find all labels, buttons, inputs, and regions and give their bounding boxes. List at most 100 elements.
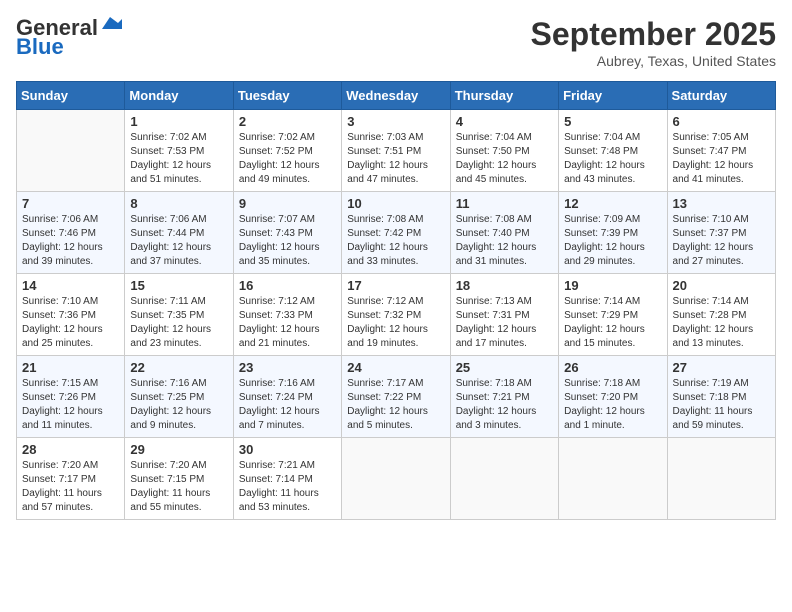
day-info: Sunrise: 7:04 AM Sunset: 7:50 PM Dayligh… bbox=[456, 131, 553, 187]
day-info: Sunrise: 7:15 AM Sunset: 7:26 PM Dayligh… bbox=[22, 377, 119, 433]
calendar-cell: 27 Sunrise: 7:19 AM Sunset: 7:18 PM Dayli… bbox=[667, 356, 775, 438]
calendar-cell: 8 Sunrise: 7:06 AM Sunset: 7:44 PM Daylig… bbox=[125, 192, 233, 274]
day-header-friday: Friday bbox=[559, 82, 667, 110]
calendar-cell bbox=[17, 110, 125, 192]
calendar-week-row: 1 Sunrise: 7:02 AM Sunset: 7:53 PM Daylig… bbox=[17, 110, 776, 192]
day-info: Sunrise: 7:16 AM Sunset: 7:24 PM Dayligh… bbox=[239, 377, 336, 433]
location: Aubrey, Texas, United States bbox=[531, 53, 776, 69]
day-number: 24 bbox=[347, 360, 444, 375]
day-number: 13 bbox=[673, 196, 770, 211]
day-info: Sunrise: 7:12 AM Sunset: 7:33 PM Dayligh… bbox=[239, 295, 336, 351]
calendar-week-row: 7Sunrise: 7:06 AM Sunset: 7:46 PM Daylig… bbox=[17, 192, 776, 274]
calendar-cell: 3 Sunrise: 7:03 AM Sunset: 7:51 PM Daylig… bbox=[342, 110, 450, 192]
calendar-cell: 9 Sunrise: 7:07 AM Sunset: 7:43 PM Daylig… bbox=[233, 192, 341, 274]
day-number: 28 bbox=[22, 442, 119, 457]
day-info: Sunrise: 7:08 AM Sunset: 7:42 PM Dayligh… bbox=[347, 213, 444, 269]
day-info: Sunrise: 7:16 AM Sunset: 7:25 PM Dayligh… bbox=[130, 377, 227, 433]
day-number: 12 bbox=[564, 196, 661, 211]
calendar-cell: 4 Sunrise: 7:04 AM Sunset: 7:50 PM Daylig… bbox=[450, 110, 558, 192]
day-number: 10 bbox=[347, 196, 444, 211]
calendar-week-row: 21 Sunrise: 7:15 AM Sunset: 7:26 PM Dayli… bbox=[17, 356, 776, 438]
day-number: 1 bbox=[130, 114, 227, 129]
day-info: Sunrise: 7:19 AM Sunset: 7:18 PM Dayligh… bbox=[673, 377, 770, 433]
calendar-cell: 12 Sunrise: 7:09 AM Sunset: 7:39 PM Dayli… bbox=[559, 192, 667, 274]
calendar-cell: 22Sunrise: 7:16 AM Sunset: 7:25 PM Dayli… bbox=[125, 356, 233, 438]
day-number: 5 bbox=[564, 114, 661, 129]
day-number: 17 bbox=[347, 278, 444, 293]
calendar-cell: 25Sunrise: 7:18 AM Sunset: 7:21 PM Dayli… bbox=[450, 356, 558, 438]
day-info: Sunrise: 7:06 AM Sunset: 7:46 PM Dayligh… bbox=[22, 213, 119, 269]
day-number: 3 bbox=[347, 114, 444, 129]
day-number: 26 bbox=[564, 360, 661, 375]
day-info: Sunrise: 7:12 AM Sunset: 7:32 PM Dayligh… bbox=[347, 295, 444, 351]
calendar-cell: 30Sunrise: 7:21 AM Sunset: 7:14 PM Dayli… bbox=[233, 438, 341, 520]
calendar-cell: 10 Sunrise: 7:08 AM Sunset: 7:42 PM Dayli… bbox=[342, 192, 450, 274]
day-number: 29 bbox=[130, 442, 227, 457]
day-info: Sunrise: 7:11 AM Sunset: 7:35 PM Dayligh… bbox=[130, 295, 227, 351]
day-info: Sunrise: 7:02 AM Sunset: 7:52 PM Dayligh… bbox=[239, 131, 336, 187]
calendar-cell: 18 Sunrise: 7:13 AM Sunset: 7:31 PM Dayli… bbox=[450, 274, 558, 356]
calendar-cell: 7Sunrise: 7:06 AM Sunset: 7:46 PM Daylig… bbox=[17, 192, 125, 274]
day-info: Sunrise: 7:13 AM Sunset: 7:31 PM Dayligh… bbox=[456, 295, 553, 351]
day-info: Sunrise: 7:03 AM Sunset: 7:51 PM Dayligh… bbox=[347, 131, 444, 187]
month-title: September 2025 bbox=[531, 16, 776, 53]
day-info: Sunrise: 7:04 AM Sunset: 7:48 PM Dayligh… bbox=[564, 131, 661, 187]
day-info: Sunrise: 7:14 AM Sunset: 7:28 PM Dayligh… bbox=[673, 295, 770, 351]
day-info: Sunrise: 7:09 AM Sunset: 7:39 PM Dayligh… bbox=[564, 213, 661, 269]
day-info: Sunrise: 7:08 AM Sunset: 7:40 PM Dayligh… bbox=[456, 213, 553, 269]
calendar-cell bbox=[450, 438, 558, 520]
day-number: 8 bbox=[130, 196, 227, 211]
day-number: 23 bbox=[239, 360, 336, 375]
calendar-cell: 14 Sunrise: 7:10 AM Sunset: 7:36 PM Dayli… bbox=[17, 274, 125, 356]
calendar-table: SundayMondayTuesdayWednesdayThursdayFrid… bbox=[16, 81, 776, 520]
day-info: Sunrise: 7:06 AM Sunset: 7:44 PM Dayligh… bbox=[130, 213, 227, 269]
day-number: 2 bbox=[239, 114, 336, 129]
day-number: 6 bbox=[673, 114, 770, 129]
day-info: Sunrise: 7:18 AM Sunset: 7:21 PM Dayligh… bbox=[456, 377, 553, 433]
calendar-cell: 6 Sunrise: 7:05 AM Sunset: 7:47 PM Daylig… bbox=[667, 110, 775, 192]
day-number: 21 bbox=[22, 360, 119, 375]
day-header-monday: Monday bbox=[125, 82, 233, 110]
calendar-cell: 1 Sunrise: 7:02 AM Sunset: 7:53 PM Daylig… bbox=[125, 110, 233, 192]
calendar-cell: 11Sunrise: 7:08 AM Sunset: 7:40 PM Dayli… bbox=[450, 192, 558, 274]
day-number: 27 bbox=[673, 360, 770, 375]
logo-blue: Blue bbox=[16, 34, 64, 60]
day-number: 9 bbox=[239, 196, 336, 211]
day-number: 20 bbox=[673, 278, 770, 293]
calendar-cell: 15 Sunrise: 7:11 AM Sunset: 7:35 PM Dayli… bbox=[125, 274, 233, 356]
day-info: Sunrise: 7:17 AM Sunset: 7:22 PM Dayligh… bbox=[347, 377, 444, 433]
calendar-cell: 28 Sunrise: 7:20 AM Sunset: 7:17 PM Dayli… bbox=[17, 438, 125, 520]
calendar-cell: 5 Sunrise: 7:04 AM Sunset: 7:48 PM Daylig… bbox=[559, 110, 667, 192]
day-info: Sunrise: 7:20 AM Sunset: 7:17 PM Dayligh… bbox=[22, 459, 119, 515]
day-info: Sunrise: 7:02 AM Sunset: 7:53 PM Dayligh… bbox=[130, 131, 227, 187]
day-number: 30 bbox=[239, 442, 336, 457]
day-info: Sunrise: 7:07 AM Sunset: 7:43 PM Dayligh… bbox=[239, 213, 336, 269]
calendar-cell: 17 Sunrise: 7:12 AM Sunset: 7:32 PM Dayli… bbox=[342, 274, 450, 356]
calendar-cell: 29Sunrise: 7:20 AM Sunset: 7:15 PM Dayli… bbox=[125, 438, 233, 520]
day-info: Sunrise: 7:14 AM Sunset: 7:29 PM Dayligh… bbox=[564, 295, 661, 351]
calendar-cell: 16Sunrise: 7:12 AM Sunset: 7:33 PM Dayli… bbox=[233, 274, 341, 356]
day-header-thursday: Thursday bbox=[450, 82, 558, 110]
page-header: General Blue September 2025 Aubrey, Texa… bbox=[16, 16, 776, 69]
day-info: Sunrise: 7:10 AM Sunset: 7:37 PM Dayligh… bbox=[673, 213, 770, 269]
day-info: Sunrise: 7:05 AM Sunset: 7:47 PM Dayligh… bbox=[673, 131, 770, 187]
calendar-week-row: 28 Sunrise: 7:20 AM Sunset: 7:17 PM Dayli… bbox=[17, 438, 776, 520]
day-number: 4 bbox=[456, 114, 553, 129]
day-header-wednesday: Wednesday bbox=[342, 82, 450, 110]
calendar-header-row: SundayMondayTuesdayWednesdayThursdayFrid… bbox=[17, 82, 776, 110]
day-number: 19 bbox=[564, 278, 661, 293]
logo-icon bbox=[100, 15, 122, 33]
title-block: September 2025 Aubrey, Texas, United Sta… bbox=[531, 16, 776, 69]
calendar-cell bbox=[342, 438, 450, 520]
day-info: Sunrise: 7:10 AM Sunset: 7:36 PM Dayligh… bbox=[22, 295, 119, 351]
calendar-cell: 20 Sunrise: 7:14 AM Sunset: 7:28 PM Dayli… bbox=[667, 274, 775, 356]
day-header-tuesday: Tuesday bbox=[233, 82, 341, 110]
day-number: 18 bbox=[456, 278, 553, 293]
calendar-week-row: 14 Sunrise: 7:10 AM Sunset: 7:36 PM Dayli… bbox=[17, 274, 776, 356]
calendar-cell: 26Sunrise: 7:18 AM Sunset: 7:20 PM Dayli… bbox=[559, 356, 667, 438]
day-number: 14 bbox=[22, 278, 119, 293]
calendar-cell: 19 Sunrise: 7:14 AM Sunset: 7:29 PM Dayli… bbox=[559, 274, 667, 356]
day-header-sunday: Sunday bbox=[17, 82, 125, 110]
day-number: 15 bbox=[130, 278, 227, 293]
calendar-cell: 2 Sunrise: 7:02 AM Sunset: 7:52 PM Daylig… bbox=[233, 110, 341, 192]
